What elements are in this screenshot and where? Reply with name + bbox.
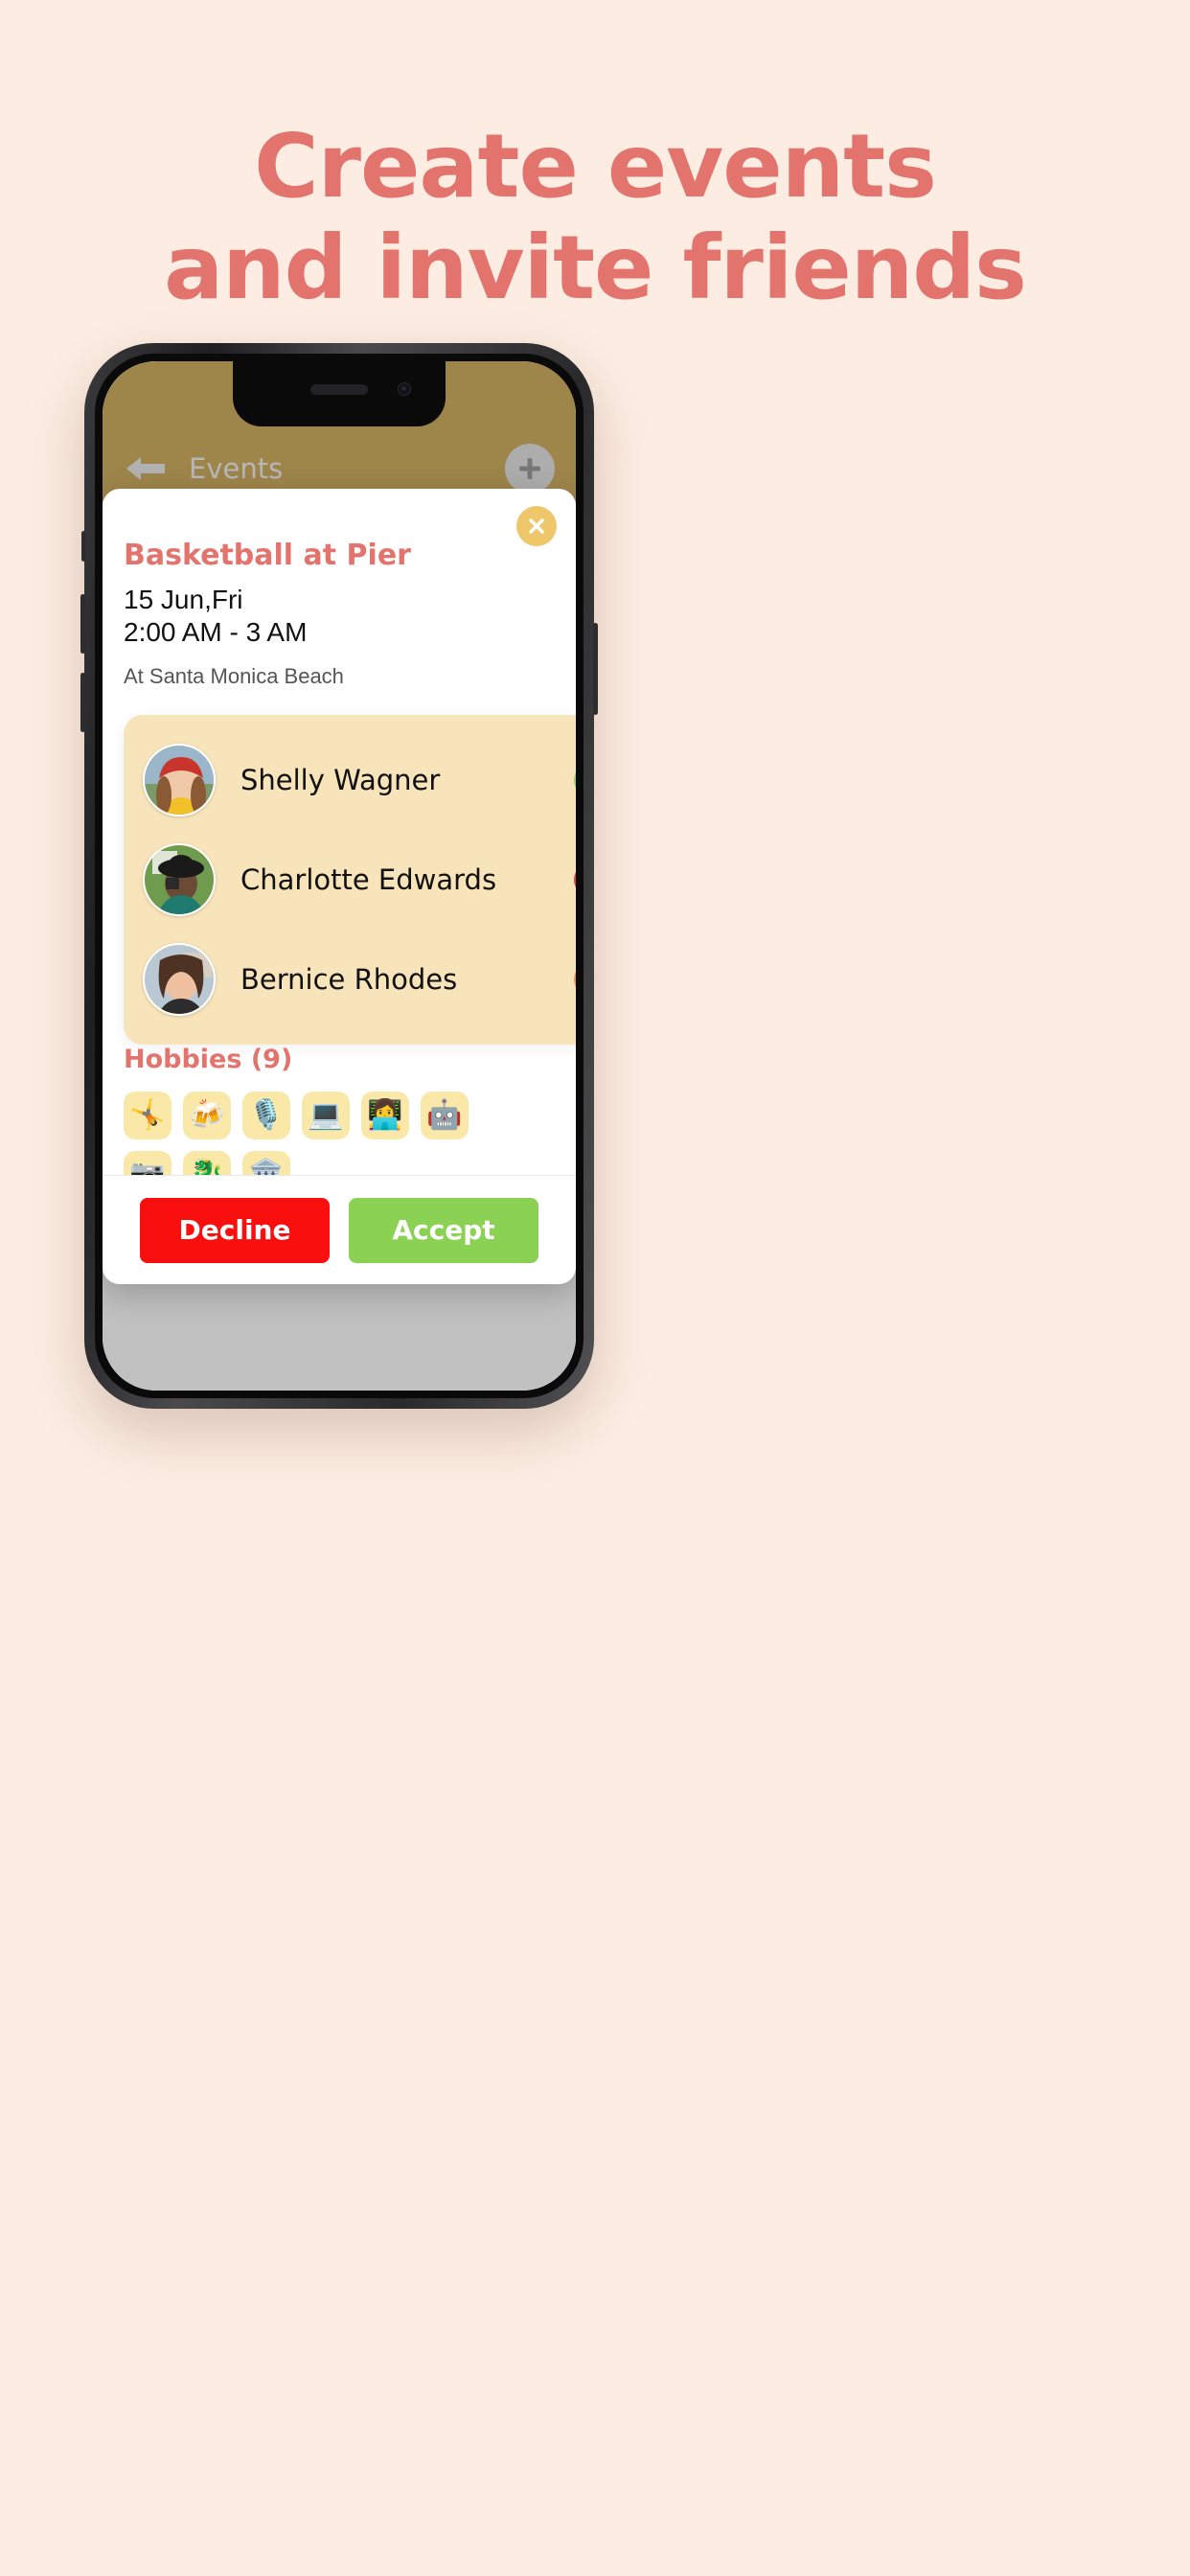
- event-location: At Santa Monica Beach: [124, 664, 344, 689]
- event-title: Basketball at Pier: [124, 539, 411, 572]
- laptop-icon[interactable]: 💻: [302, 1092, 350, 1139]
- microphone-icon[interactable]: 🎙️: [242, 1092, 290, 1139]
- accept-button[interactable]: Accept: [349, 1197, 538, 1263]
- event-date: 15 Jun,Fri: [124, 585, 243, 614]
- avatar: [143, 843, 216, 916]
- volume-down-button[interactable]: [80, 673, 85, 732]
- power-button[interactable]: [593, 623, 598, 715]
- list-item[interactable]: Charlotte Edwards: [124, 830, 576, 930]
- phone-frame: Events Basketball at Pier 15 Jun,Fri 2:0…: [80, 343, 598, 1409]
- cartwheel-icon[interactable]: 🤸: [124, 1092, 172, 1139]
- status-badge: [574, 962, 576, 997]
- phone-screen: Events Basketball at Pier 15 Jun,Fri 2:0…: [103, 361, 576, 1391]
- close-modal-button[interactable]: [516, 506, 557, 546]
- event-summary: Basketball at Pier 15 Jun,Fri 2:00 AM - …: [103, 489, 576, 689]
- avatar: [143, 744, 216, 816]
- event-time: 2:00 AM - 3 AM: [124, 617, 308, 648]
- promo-headline: Create events and invite friends: [0, 123, 1190, 312]
- headline-line-1: Create events: [254, 115, 937, 218]
- participant-name: Shelly Wagner: [240, 764, 441, 796]
- earpiece-speaker-icon: [310, 384, 368, 395]
- participant-name: Charlotte Edwards: [240, 863, 497, 896]
- mute-switch[interactable]: [81, 531, 86, 562]
- list-item[interactable]: Shelly Wagner: [124, 730, 576, 830]
- robot-icon[interactable]: 🤖: [421, 1092, 469, 1139]
- hobbies-title: Hobbies (9): [124, 1045, 293, 1074]
- decline-button[interactable]: Decline: [140, 1197, 330, 1263]
- event-detail-modal: Basketball at Pier 15 Jun,Fri 2:00 AM - …: [103, 489, 576, 1284]
- status-badge: [574, 763, 576, 797]
- phone-bezel: Events Basketball at Pier 15 Jun,Fri 2:0…: [95, 354, 584, 1398]
- person-computer-icon[interactable]: 👩‍💻: [361, 1092, 409, 1139]
- avatar: [143, 943, 216, 1016]
- list-item[interactable]: Bernice Rhodes: [124, 930, 576, 1029]
- modal-actions: Decline Accept: [103, 1175, 576, 1284]
- close-x-icon: [527, 517, 546, 536]
- status-badge: [574, 862, 576, 897]
- promo-screenshot: Create events and invite friends Events …: [0, 0, 1190, 2576]
- participant-name: Bernice Rhodes: [240, 963, 458, 996]
- phone-mockup: Events Basketball at Pier 15 Jun,Fri 2:0…: [80, 343, 1106, 1409]
- beer-mugs-icon[interactable]: 🍻: [183, 1092, 231, 1139]
- headline-line-2: and invite friends: [164, 217, 1027, 319]
- participants-panel: Shelly Wagner Charlotte Edwards Bernice …: [124, 715, 576, 1045]
- volume-up-button[interactable]: [80, 594, 85, 654]
- phone-notch: [233, 361, 446, 426]
- front-camera-icon: [398, 382, 411, 396]
